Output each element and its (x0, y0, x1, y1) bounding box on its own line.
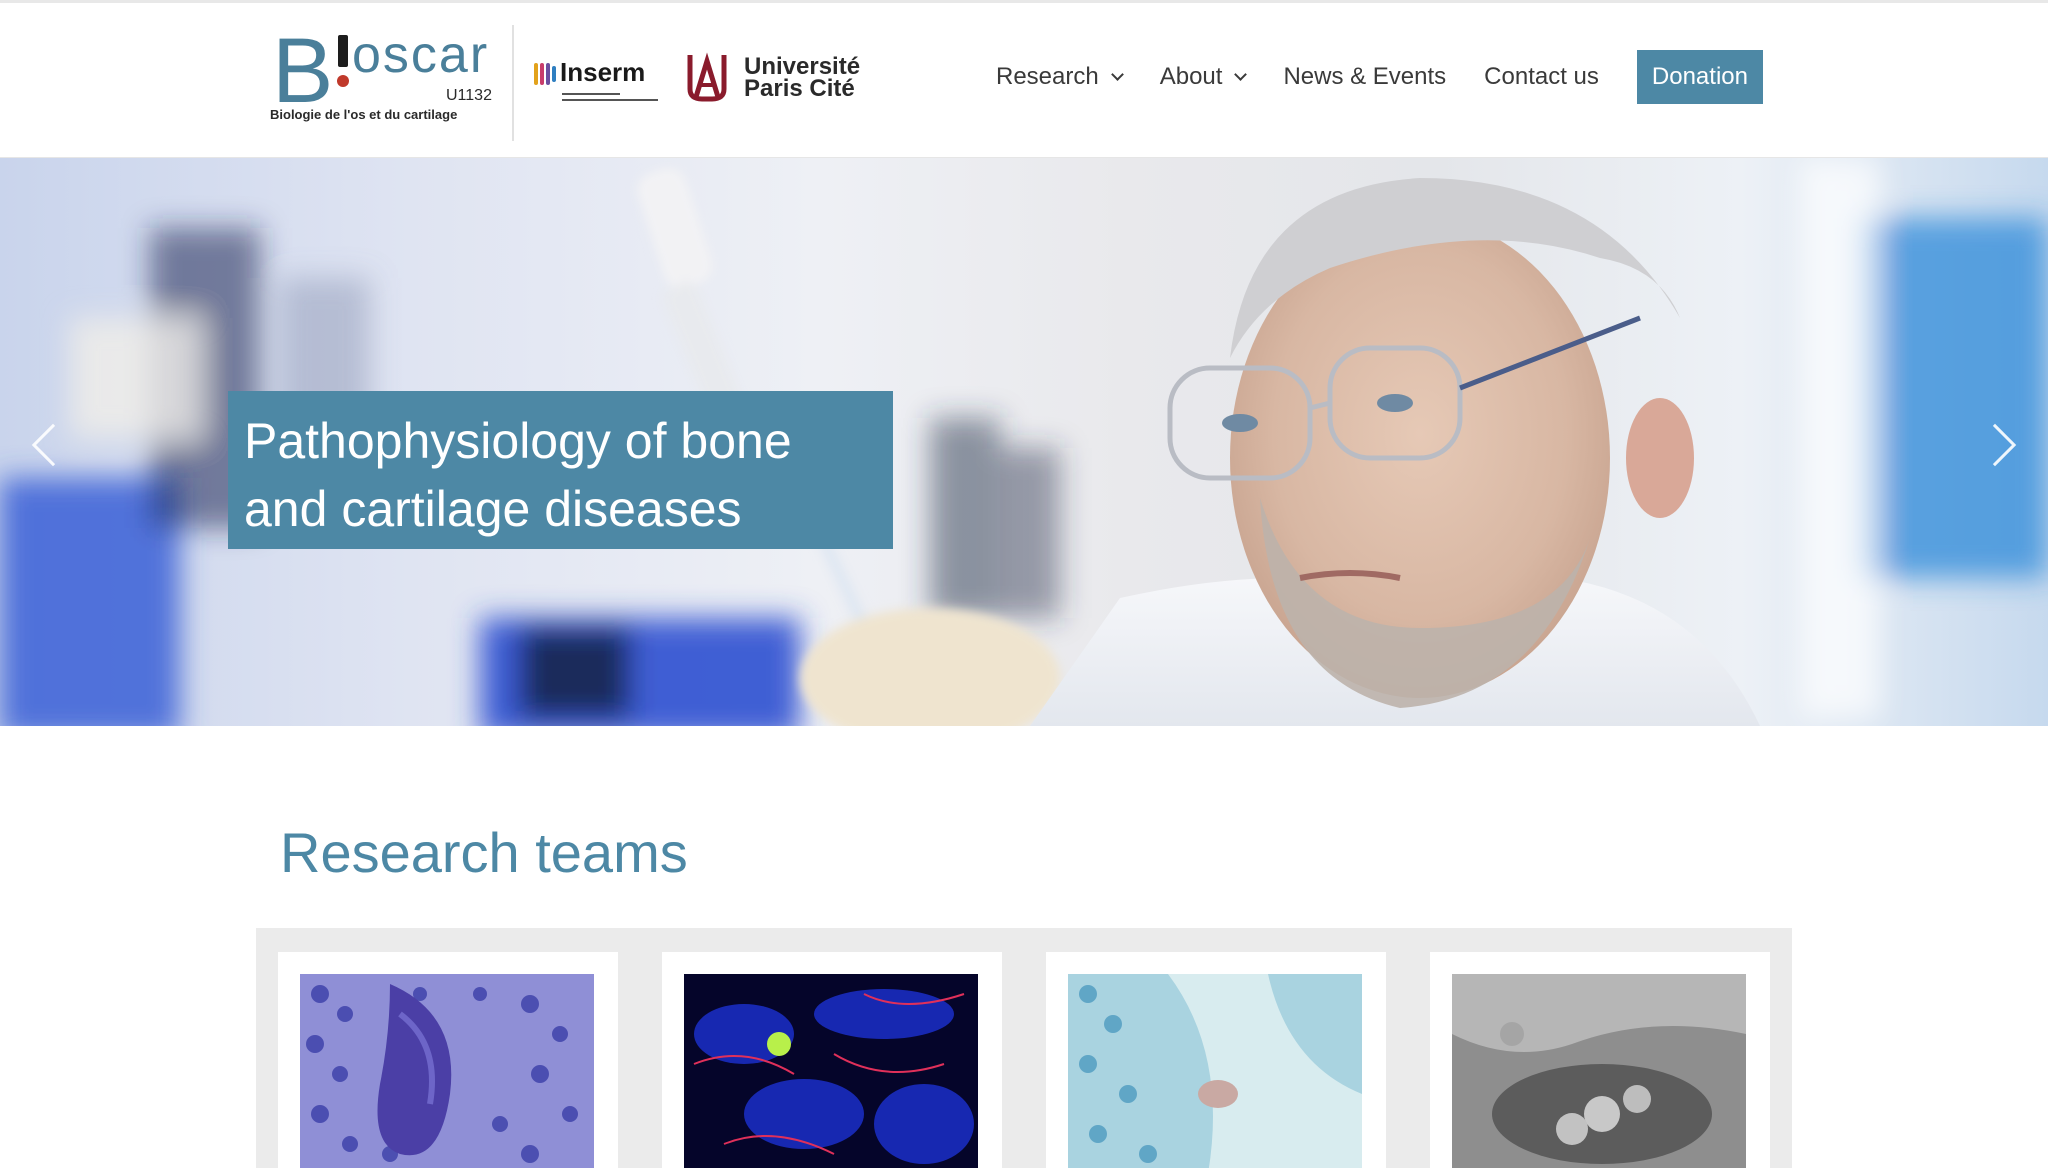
team-card-2[interactable] (662, 952, 1002, 1168)
university-emblem-icon (687, 52, 727, 102)
bioscar-logo-dot (337, 75, 349, 87)
site-header: B oscar U1132 Biologie de l'os et du car… (0, 0, 2048, 158)
nav-about-label: About (1159, 63, 1223, 90)
nav-research-label: Research (996, 63, 1099, 90)
team-card-3[interactable] (1046, 952, 1386, 1168)
inserm-logo-name: Inserm (560, 57, 646, 87)
research-teams-grid (256, 928, 1792, 1168)
inserm-mark-icon (534, 63, 556, 85)
nav-research[interactable]: Research (996, 63, 1124, 91)
bioscar-logo-subtitle: Biologie de l'os et du cartilage (270, 107, 458, 122)
logo-area: B oscar U1132 Biologie de l'os et du car… (268, 25, 868, 143)
team-3-image (1068, 974, 1362, 1168)
research-teams-title: Research teams (280, 821, 688, 884)
donation-button[interactable]: Donation (1636, 50, 1763, 104)
chevron-down-icon (1234, 67, 1248, 81)
hero-caption-text: Pathophysiology of bone and cartilage di… (244, 413, 792, 537)
team-4-image (1452, 974, 1746, 1168)
universite-paris-cite-logo[interactable]: Université Paris Cité (682, 49, 862, 109)
bioscar-logo-letter: B (272, 20, 334, 122)
bioscar-logo-mark (338, 35, 348, 67)
nav-about[interactable]: About (1159, 63, 1248, 91)
hero-slider: Pathophysiology of bone and cartilage di… (0, 158, 2048, 726)
inserm-logo-tagline (562, 93, 658, 105)
team-1-image (300, 974, 594, 1168)
team-card-4[interactable] (1430, 952, 1770, 1168)
nav-contact[interactable]: Contact us (1484, 63, 1599, 91)
logo-divider (512, 25, 514, 141)
bioscar-logo[interactable]: B oscar U1132 Biologie de l'os et du car… (268, 25, 496, 135)
team-2-image (684, 974, 978, 1168)
nav-contact-label: Contact us (1484, 63, 1599, 90)
nav-news-events[interactable]: News & Events (1283, 63, 1446, 91)
main-nav: Research About News & Events Contact us … (996, 50, 1763, 104)
universite-logo-line2: Paris Cité (744, 75, 855, 102)
hero-caption: Pathophysiology of bone and cartilage di… (228, 391, 893, 549)
bioscar-logo-unit: U1132 (446, 87, 492, 104)
nav-news-events-label: News & Events (1283, 63, 1447, 90)
inserm-logo[interactable]: Inserm (534, 55, 664, 115)
chevron-down-icon (1110, 67, 1124, 81)
team-card-1[interactable] (278, 952, 618, 1168)
bioscar-logo-name: oscar (352, 26, 490, 84)
